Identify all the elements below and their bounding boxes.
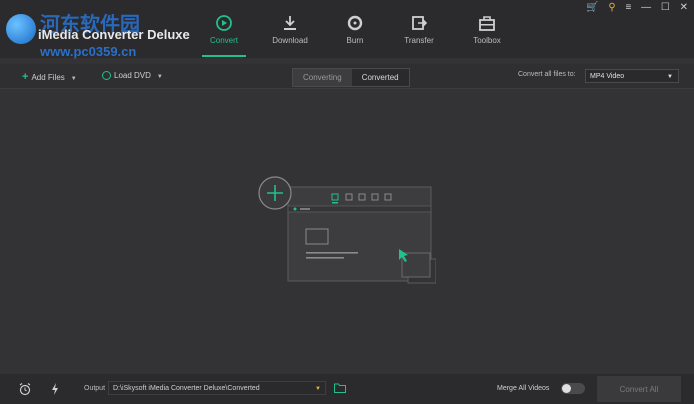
- download-icon: [284, 16, 296, 30]
- convert-all-button[interactable]: Convert All: [597, 376, 681, 402]
- dvd-icon: [102, 71, 111, 81]
- nav-convert-label: Convert: [209, 36, 238, 45]
- tab-converted[interactable]: Converted: [351, 69, 409, 86]
- nav-download[interactable]: Download: [260, 14, 320, 45]
- plus-icon: +: [22, 71, 29, 83]
- minimize-icon[interactable]: —: [641, 2, 651, 13]
- watermark-url: www.pc0359.cn: [40, 44, 137, 59]
- convert-all-to-label: Convert all files to:: [518, 71, 576, 78]
- illus-line: [306, 252, 358, 254]
- illus-line: [306, 257, 344, 259]
- illus-dot: [293, 207, 297, 211]
- app-title: iMedia Converter Deluxe: [38, 27, 190, 42]
- window-controls: 🛒 ⚲ ≡ — ☐ ✕: [579, 2, 688, 13]
- merge-all-videos-toggle[interactable]: [561, 383, 585, 394]
- menu-icon[interactable]: ≡: [625, 2, 631, 13]
- nav-transfer[interactable]: Transfer: [389, 14, 449, 45]
- nav-download-label: Download: [272, 36, 308, 45]
- top-bar: 河东软件园 iMedia Converter Deluxe www.pc0359…: [0, 0, 694, 59]
- illus-doc-front: [401, 252, 431, 278]
- app-logo: [6, 14, 36, 44]
- output-label: Output: [84, 385, 106, 392]
- toolbar: + Add Files ▼ Load DVD ▼ Converting Convert…: [0, 64, 694, 89]
- load-dvd-button[interactable]: Load DVD ▼: [102, 71, 163, 81]
- chevron-down-icon[interactable]: ▼: [157, 74, 163, 80]
- nav-active-indicator: [202, 55, 246, 57]
- bottom-bar: Output D:\iSkysoft iMedia Converter Delu…: [0, 374, 694, 404]
- burn-icon: [347, 15, 363, 31]
- nav-transfer-label: Transfer: [404, 36, 434, 45]
- merge-all-videos-label: Merge All Videos: [497, 385, 550, 392]
- illus-tab-underline: [332, 202, 338, 204]
- convert-icon: [216, 15, 232, 31]
- key-icon[interactable]: ⚲: [608, 2, 615, 13]
- toggle-knob: [562, 384, 571, 393]
- format-select[interactable]: MP4 Video ▼: [585, 69, 679, 83]
- nav-convert[interactable]: Convert: [194, 14, 254, 45]
- folder-icon[interactable]: [334, 383, 346, 393]
- chevron-down-icon: ▼: [667, 74, 673, 80]
- empty-state-illustration: [258, 176, 436, 284]
- transfer-icon: [412, 16, 428, 30]
- tab-converting[interactable]: Converting: [293, 69, 352, 86]
- chevron-down-icon[interactable]: ▼: [71, 76, 77, 82]
- close-icon[interactable]: ✕: [680, 2, 688, 13]
- maximize-icon[interactable]: ☐: [661, 2, 670, 13]
- nav-toolbox-label: Toolbox: [473, 36, 501, 45]
- load-dvd-label: Load DVD: [114, 71, 151, 80]
- illus-line: [300, 208, 310, 210]
- add-files-label: Add Files: [31, 73, 65, 82]
- alarm-clock-icon[interactable]: [18, 382, 32, 396]
- nav-toolbox[interactable]: Toolbox: [457, 14, 517, 45]
- chevron-down-icon: ▼: [315, 386, 321, 392]
- format-select-value: MP4 Video: [590, 73, 625, 80]
- output-path-value: D:\iSkysoft iMedia Converter Deluxe\Conv…: [113, 385, 260, 392]
- output-path-select[interactable]: D:\iSkysoft iMedia Converter Deluxe\Conv…: [108, 381, 326, 395]
- nav-burn-label: Burn: [346, 36, 364, 45]
- toolbox-icon: [479, 16, 495, 31]
- status-tabs: Converting Converted: [292, 68, 410, 87]
- nav-burn[interactable]: Burn: [325, 14, 385, 45]
- lightning-icon[interactable]: [48, 382, 62, 396]
- cart-icon[interactable]: 🛒: [586, 2, 598, 13]
- add-files-button[interactable]: + Add Files ▼: [22, 71, 77, 83]
